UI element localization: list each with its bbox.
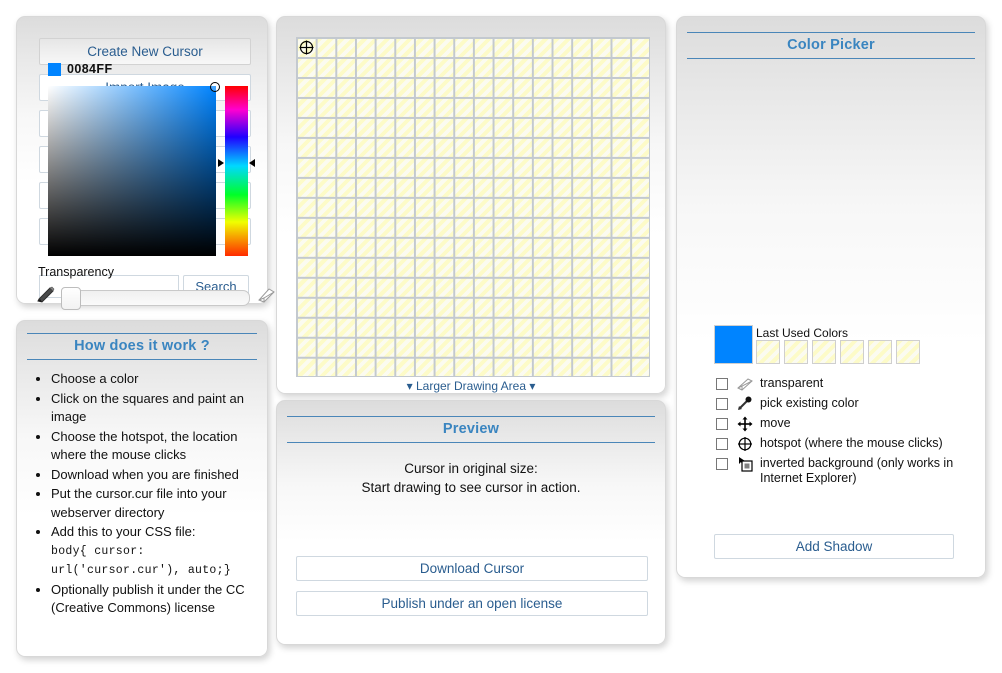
option-hotspot-row[interactable]: hotspot (where the mouse clicks) xyxy=(716,436,966,452)
transparency-thumb[interactable] xyxy=(61,286,81,310)
preview-actions: Download Cursor Publish under an open li… xyxy=(296,556,648,626)
css-instruction-text: Add this to your CSS file: xyxy=(51,524,196,539)
option-move-row[interactable]: move xyxy=(716,416,966,432)
option-pick-existing-color-row[interactable]: pick existing color xyxy=(716,396,966,412)
selected-color-large-swatch[interactable] xyxy=(714,325,753,364)
app-root: Create New Cursor Import Image Latest Cu… xyxy=(0,0,1002,673)
hotspot-checkbox[interactable] xyxy=(716,438,728,450)
list-item: Click on the squares and paint an image xyxy=(51,390,257,427)
move-arrows-icon xyxy=(734,416,756,432)
recent-color-swatch[interactable] xyxy=(868,340,892,364)
last-used-colors-label: Last Used Colors xyxy=(756,326,849,340)
add-shadow-button[interactable]: Add Shadow xyxy=(714,534,954,559)
last-used-colors-row xyxy=(756,340,920,364)
hotspot-crosshair-icon xyxy=(734,436,756,452)
recent-color-swatch[interactable] xyxy=(812,340,836,364)
preview-line-2: Start drawing to see cursor in action. xyxy=(361,480,581,495)
list-item: Choose a color xyxy=(51,370,257,389)
list-item: Put the cursor.cur file into your webser… xyxy=(51,485,257,522)
option-label: hotspot (where the mouse clicks) xyxy=(760,436,943,450)
css-code-line-1: body{ cursor: xyxy=(51,544,145,558)
hex-value-label: 0084FF xyxy=(67,62,113,76)
chevron-down-icon-right: ▾ xyxy=(529,379,536,393)
option-label: inverted background (only works in Inter… xyxy=(760,456,954,485)
download-cursor-button[interactable]: Download Cursor xyxy=(296,556,648,581)
inverted-background-icon xyxy=(734,456,756,472)
color-picker-title: Color Picker xyxy=(687,32,975,59)
recent-color-swatch[interactable] xyxy=(756,340,780,364)
transparency-track[interactable] xyxy=(61,286,250,310)
eyedropper-icon xyxy=(734,396,756,412)
current-color-swatch xyxy=(48,62,61,76)
inverted-background-checkbox[interactable] xyxy=(716,458,728,470)
option-inverted-background-row[interactable]: inverted background (only works in Inter… xyxy=(716,456,966,486)
preview-body: Cursor in original size: Start drawing t… xyxy=(277,459,665,497)
hotspot-crosshair-icon xyxy=(299,40,314,55)
hue-marker-left-icon xyxy=(218,159,224,167)
chevron-down-icon-left: ▾ xyxy=(406,379,413,393)
sv-selector-knob[interactable] xyxy=(210,82,220,92)
pixel-grid[interactable] xyxy=(296,37,650,377)
transparent-checkbox[interactable] xyxy=(716,378,728,390)
preview-panel: Preview Cursor in original size: Start d… xyxy=(276,400,666,645)
list-item: Download when you are finished xyxy=(51,466,257,485)
option-label: transparent xyxy=(760,376,824,390)
transparency-slider-row xyxy=(36,286,276,310)
list-item: Optionally publish it under the CC (Crea… xyxy=(51,581,257,618)
hex-value-row: 0084FF xyxy=(48,62,112,76)
publish-open-license-button[interactable]: Publish under an open license xyxy=(296,591,648,616)
eraser-outline-icon xyxy=(734,376,756,392)
move-checkbox[interactable] xyxy=(716,418,728,430)
recent-color-swatch[interactable] xyxy=(840,340,864,364)
preview-line-1: Cursor in original size: xyxy=(404,461,538,476)
eraser-outline-icon xyxy=(256,286,276,309)
saturation-value-field[interactable] xyxy=(48,82,220,256)
hue-marker-right-icon xyxy=(249,159,255,167)
tool-options-list: transparent pick existing color move hot… xyxy=(716,376,966,490)
help-steps-list: Choose a color Click on the squares and … xyxy=(17,370,267,618)
help-panel-title: How does it work ? xyxy=(27,333,257,360)
grid-lines-overlay xyxy=(296,37,650,377)
larger-drawing-area-toggle[interactable]: ▾ Larger Drawing Area ▾ xyxy=(277,379,665,393)
color-picker-panel: Color Picker xyxy=(676,16,986,578)
pick-existing-color-checkbox[interactable] xyxy=(716,398,728,410)
css-code-line-2: url('cursor.cur'), auto;} xyxy=(51,563,232,577)
list-item-css: Add this to your CSS file: body{ cursor:… xyxy=(51,523,257,580)
list-item: Choose the hotspot, the location where t… xyxy=(51,428,257,465)
preview-panel-title: Preview xyxy=(287,416,655,443)
drawing-panel: ▾ Larger Drawing Area ▾ xyxy=(276,16,666,394)
drawing-canvas[interactable] xyxy=(296,37,650,377)
pencil-solid-icon xyxy=(36,286,56,309)
recent-color-swatch[interactable] xyxy=(784,340,808,364)
option-label: pick existing color xyxy=(760,396,859,410)
option-transparent-row[interactable]: transparent xyxy=(716,376,966,392)
option-label: move xyxy=(760,416,791,430)
hue-slider[interactable] xyxy=(225,86,248,256)
how-does-it-work-panel: How does it work ? Choose a color Click … xyxy=(16,320,268,657)
recent-color-swatch[interactable] xyxy=(896,340,920,364)
create-new-cursor-button[interactable]: Create New Cursor xyxy=(39,38,251,65)
transparency-label: Transparency xyxy=(38,265,114,279)
larger-drawing-area-label: Larger Drawing Area xyxy=(415,379,527,393)
